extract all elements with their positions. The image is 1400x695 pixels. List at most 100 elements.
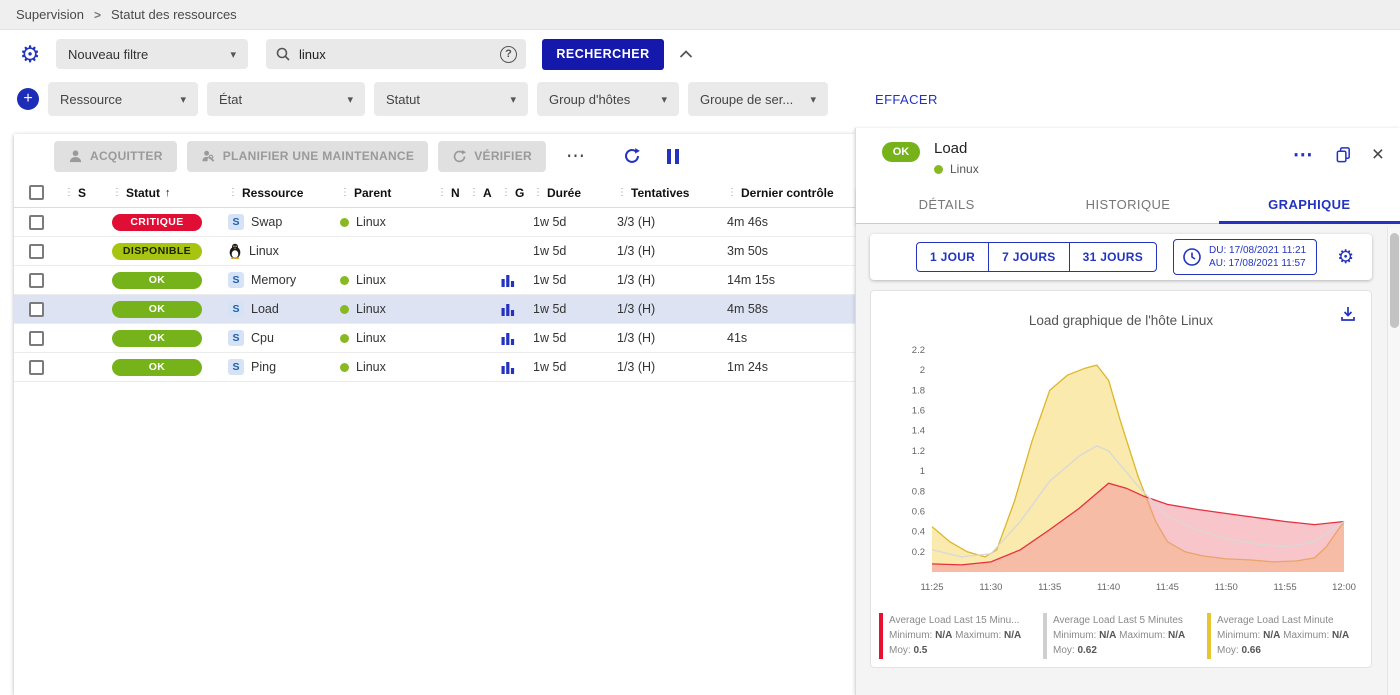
column-header-statut[interactable]: ⋮Statut↑ <box>112 186 228 200</box>
row-checkbox[interactable] <box>29 244 44 259</box>
resource-name[interactable]: Memory <box>251 273 296 287</box>
drag-handle-icon[interactable]: ⋮ <box>727 187 737 198</box>
filter-chip-statut[interactable]: Statut ▾ <box>374 82 528 116</box>
table-row[interactable]: OK S Load Linux 1w 5d 1/3 (H) 4m 58s <box>14 295 855 324</box>
graph-icon[interactable] <box>501 303 515 316</box>
column-header-g[interactable]: ⋮G <box>501 186 533 200</box>
load-chart[interactable]: 0.20.40.60.811.21.41.61.822.211:2511:301… <box>886 340 1356 602</box>
clear-filters-button[interactable]: EFFACER <box>875 92 938 107</box>
service-type-icon: S <box>228 330 244 346</box>
scrollbar-thumb[interactable] <box>1390 233 1399 328</box>
graph-settings-gear-icon[interactable]: ⚙ <box>1337 248 1354 267</box>
search-box[interactable]: ? <box>266 39 526 69</box>
maintenance-button[interactable]: PLANIFIER UNE MAINTENANCE <box>187 141 429 172</box>
filter-chip-etat[interactable]: État ▾ <box>207 82 365 116</box>
search-input[interactable] <box>299 47 492 62</box>
column-header-duree[interactable]: ⋮Durée <box>533 186 617 200</box>
row-checkbox[interactable] <box>29 331 44 346</box>
period-7-days-button[interactable]: 7 JOURS <box>989 242 1069 272</box>
column-header-tentatives[interactable]: ⋮Tentatives <box>617 186 727 200</box>
drag-handle-icon[interactable]: ⋮ <box>437 187 447 198</box>
column-header-a[interactable]: ⋮A <box>469 186 501 200</box>
host-status-dot <box>934 165 943 174</box>
resource-name[interactable]: Swap <box>251 215 282 229</box>
panel-subtitle[interactable]: Linux <box>950 162 979 176</box>
select-all-checkbox[interactable] <box>29 185 44 200</box>
resource-name[interactable]: Ping <box>251 360 276 374</box>
tab-historique[interactable]: HISTORIQUE <box>1037 186 1218 223</box>
parent-status-dot <box>340 218 349 227</box>
svg-text:0.8: 0.8 <box>912 486 925 497</box>
row-checkbox[interactable] <box>29 360 44 375</box>
period-31-days-button[interactable]: 31 JOURS <box>1070 242 1157 272</box>
resource-name[interactable]: Load <box>251 302 279 316</box>
tab-graphique[interactable]: GRAPHIQUE <box>1219 186 1400 223</box>
filter-chip-groupe-services[interactable]: Groupe de ser... ▾ <box>688 82 828 116</box>
filter-chip-groupe-hotes[interactable]: Group d'hôtes ▾ <box>537 82 679 116</box>
service-type-icon: S <box>228 301 244 317</box>
graph-icon[interactable] <box>501 274 515 287</box>
pause-autorefresh-icon[interactable] <box>667 149 679 164</box>
refresh-icon[interactable] <box>623 147 641 165</box>
filters-settings-gear-icon[interactable]: ⚙ <box>15 43 45 66</box>
parent-name[interactable]: Linux <box>356 360 386 374</box>
collapse-filters-chevron-up-icon[interactable] <box>679 50 693 59</box>
resource-name[interactable]: Cpu <box>251 331 274 345</box>
search-help-icon[interactable]: ? <box>500 46 517 63</box>
graph-icon[interactable] <box>501 361 515 374</box>
breadcrumb-item-supervision[interactable]: Supervision <box>16 7 84 22</box>
column-header-parent[interactable]: ⋮Parent <box>340 186 437 200</box>
tab-details[interactable]: DÉTAILS <box>856 186 1037 223</box>
column-header-severity[interactable]: ⋮S <box>64 186 112 200</box>
drag-handle-icon[interactable]: ⋮ <box>64 187 74 198</box>
row-checkbox[interactable] <box>29 302 44 317</box>
column-header-ressource[interactable]: ⋮Ressource <box>228 186 340 200</box>
person-icon <box>68 149 83 164</box>
copy-link-icon[interactable] <box>1335 146 1352 163</box>
table-row[interactable]: CRITIQUE S Swap Linux 1w 5d 3/3 (H) 4m 4… <box>14 208 855 237</box>
service-type-icon: S <box>228 359 244 375</box>
sort-asc-icon[interactable]: ↑ <box>165 187 171 199</box>
add-criteria-icon[interactable]: + <box>17 88 39 110</box>
saved-filter-select[interactable]: Nouveau filtre ▾ <box>56 39 248 69</box>
period-1-day-button[interactable]: 1 JOUR <box>916 242 989 272</box>
check-button[interactable]: VÉRIFIER <box>438 141 546 172</box>
row-checkbox[interactable] <box>29 273 44 288</box>
drag-handle-icon[interactable]: ⋮ <box>112 187 122 198</box>
parent-name[interactable]: Linux <box>356 331 386 345</box>
close-panel-icon[interactable]: × <box>1372 144 1384 165</box>
table-row[interactable]: OK S Cpu Linux 1w 5d 1/3 (H) 41s <box>14 324 855 353</box>
custom-date-range[interactable]: DU: 17/08/2021 11:21 AU: 17/08/2021 11:5… <box>1173 239 1317 275</box>
saved-filter-value: Nouveau filtre <box>68 47 148 62</box>
service-type-icon: S <box>228 272 244 288</box>
parent-name[interactable]: Linux <box>356 302 386 316</box>
maintenance-wrench-icon <box>201 149 216 164</box>
more-actions-icon[interactable]: ⋯ <box>566 147 585 166</box>
graph-icon[interactable] <box>501 332 515 345</box>
drag-handle-icon[interactable]: ⋮ <box>469 187 479 198</box>
panel-scrollbar[interactable] <box>1387 228 1400 695</box>
drag-handle-icon[interactable]: ⋮ <box>501 187 511 198</box>
panel-more-actions-icon[interactable]: ⋯ <box>1293 145 1313 165</box>
acknowledge-button[interactable]: ACQUITTER <box>54 141 177 172</box>
table-row[interactable]: OK S Ping Linux 1w 5d 1/3 (H) 1m 24s <box>14 353 855 382</box>
table-row[interactable]: OK S Memory Linux 1w 5d 1/3 (H) 14m 15s <box>14 266 855 295</box>
parent-name[interactable]: Linux <box>356 273 386 287</box>
drag-handle-icon[interactable]: ⋮ <box>340 187 350 198</box>
download-chart-icon[interactable] <box>1339 305 1357 323</box>
row-checkbox[interactable] <box>29 215 44 230</box>
tries-value: 1/3 (H) <box>617 360 727 374</box>
parent-name[interactable]: Linux <box>356 215 386 229</box>
resource-name[interactable]: Linux <box>249 244 279 258</box>
filter-chip-ressource[interactable]: Ressource ▾ <box>48 82 198 116</box>
table-row[interactable]: DISPONIBLE Linux 1w 5d 1/3 (H) 3m 50s <box>14 237 855 266</box>
svg-text:0.2: 0.2 <box>912 547 925 558</box>
filter-chip-label: Group d'hôtes <box>549 92 630 107</box>
drag-handle-icon[interactable]: ⋮ <box>617 187 627 198</box>
drag-handle-icon[interactable]: ⋮ <box>228 187 238 198</box>
resources-table-card: ACQUITTER PLANIFIER UNE MAINTENANCE VÉRI… <box>14 134 855 695</box>
drag-handle-icon[interactable]: ⋮ <box>533 187 543 198</box>
column-header-dernier-controle[interactable]: ⋮Dernier contrôle <box>727 186 855 200</box>
column-header-n[interactable]: ⋮N <box>437 186 469 200</box>
search-button[interactable]: RECHERCHER <box>542 39 664 70</box>
